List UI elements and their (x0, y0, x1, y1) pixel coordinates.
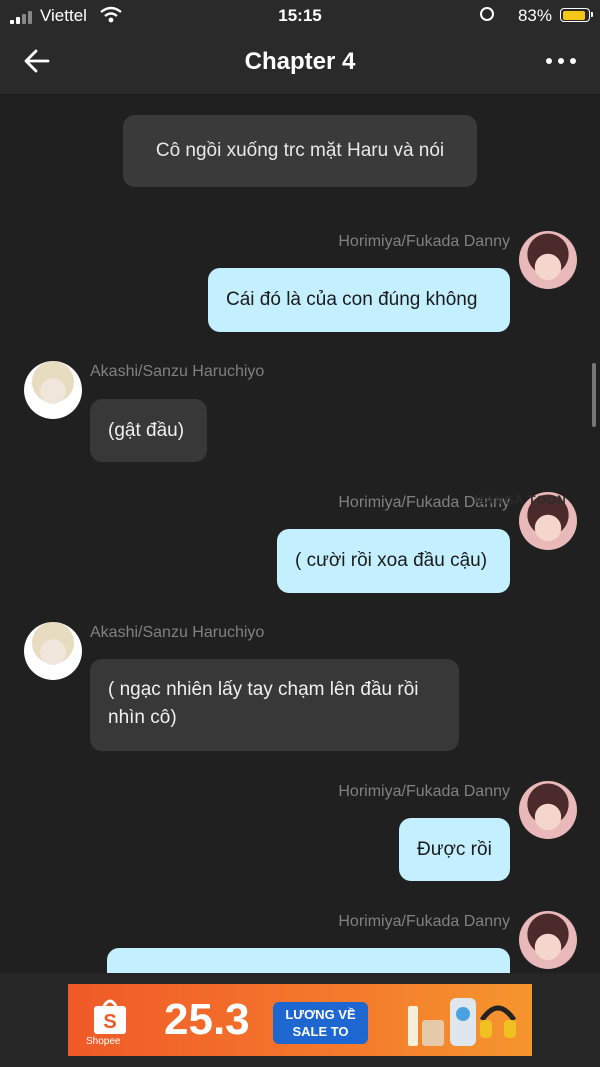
avatar[interactable] (24, 622, 82, 680)
sender-name: Horimiya/Fukada Danny (338, 233, 510, 250)
avatar[interactable] (519, 231, 577, 289)
ad-banner[interactable]: S Shopee 25.3 LƯƠNG VỀ SALE TO (68, 984, 532, 1056)
promo-number: 25.3 (164, 995, 250, 1044)
shopee-bag-icon: S (88, 996, 132, 1036)
status-bar: Viettel 15:15 83% (0, 0, 600, 32)
message-bubble-right: Cái đó là của con đúng không (208, 268, 510, 332)
page-title: Chapter 4 (244, 48, 356, 75)
watermark: MANGA TOON (474, 493, 567, 507)
avatar[interactable] (24, 361, 82, 419)
message-bubble-left: ( ngạc nhiên lấy tay chạm lên đầu rồi nh… (90, 659, 459, 751)
more-options-icon[interactable] (546, 58, 576, 66)
avatar[interactable] (519, 911, 577, 969)
promo-tag-line2: SALE TO (292, 1024, 349, 1039)
sender-name: Akashi/Sanzu Haruchiyo (90, 624, 265, 641)
message-bubble-right: Được rồi (399, 818, 510, 881)
product-images (398, 990, 524, 1050)
sender-name: Horimiya/Fukada Danny (338, 913, 510, 930)
brand-label: Shopee (86, 1036, 121, 1047)
promo-tag: LƯƠNG VỀ SALE TO (273, 1002, 368, 1044)
svg-text:S: S (103, 1011, 116, 1033)
rotation-lock-icon (480, 7, 494, 21)
avatar[interactable] (519, 781, 577, 839)
promo-tag-line1: LƯƠNG VỀ (285, 1007, 356, 1022)
scrollbar[interactable] (592, 363, 596, 427)
sender-name: Horimiya/Fukada Danny (338, 783, 510, 800)
ad-bar: S Shopee 25.3 LƯƠNG VỀ SALE TO (0, 973, 600, 1067)
chat-thread[interactable]: Cô ngồi xuống trc mặt Haru và nói Horimi… (0, 95, 600, 973)
clock: 15:15 (278, 6, 322, 25)
battery-percent: 83% (517, 6, 552, 25)
narration-bubble: Cô ngồi xuống trc mặt Haru và nói (123, 115, 477, 187)
battery-icon (560, 8, 593, 22)
message-bubble-right (107, 948, 510, 973)
message-bubble-left: (gật đầu) (90, 399, 207, 462)
top-nav: Chapter 4 (0, 32, 600, 95)
message-bubble-right: ( cười rồi xoa đầu cậu) (277, 529, 510, 593)
sender-name: Akashi/Sanzu Haruchiyo (90, 363, 265, 380)
